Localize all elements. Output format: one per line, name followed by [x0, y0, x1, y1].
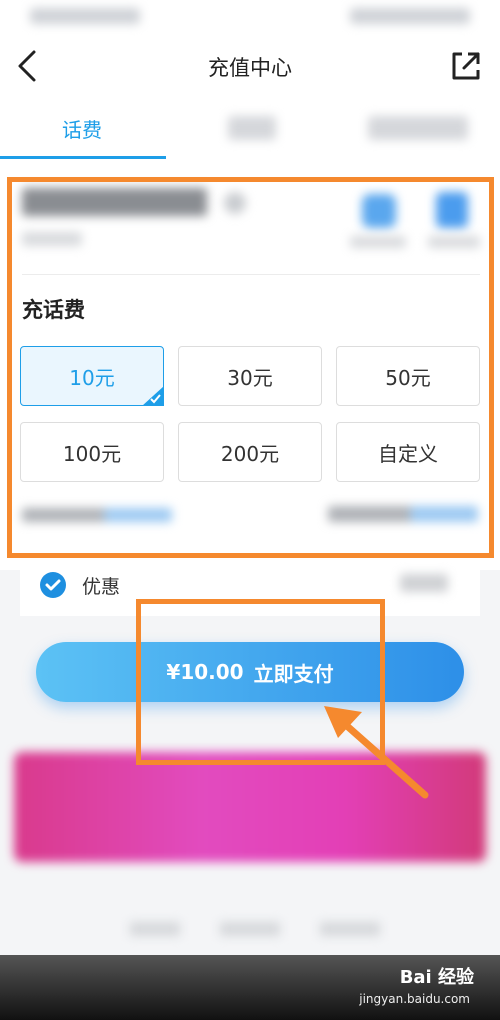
- tab-blurred-2[interactable]: [368, 116, 468, 140]
- discount-value-blurred: [400, 574, 448, 592]
- status-time-blurred: [30, 8, 140, 24]
- watermark-logo: Bai 经验: [399, 967, 474, 988]
- bottom-link-blurred[interactable]: [130, 922, 180, 936]
- page-title: 充值中心: [208, 56, 292, 80]
- bottom-link-blurred-3[interactable]: [320, 922, 380, 936]
- status-bar: [0, 0, 500, 36]
- discount-checkbox[interactable]: [40, 572, 66, 598]
- nav-bar: 充值中心: [0, 36, 500, 96]
- tab-blurred[interactable]: [228, 116, 276, 140]
- discount-label: 优惠: [82, 576, 121, 598]
- share-external-icon: [452, 52, 480, 80]
- status-icons-blurred: [350, 8, 470, 24]
- annotation-arrow-icon: [324, 706, 429, 799]
- tab-underline: [0, 156, 166, 159]
- check-icon: [45, 579, 61, 591]
- tab-bar: 话费: [0, 96, 500, 161]
- tab-phone-bill[interactable]: 话费: [62, 114, 102, 143]
- bottom-link-blurred-2[interactable]: [220, 922, 280, 936]
- annotation-box-recharge: [7, 177, 494, 558]
- watermark-url: jingyan.baidu.com: [359, 992, 470, 1006]
- share-button[interactable]: [446, 46, 486, 86]
